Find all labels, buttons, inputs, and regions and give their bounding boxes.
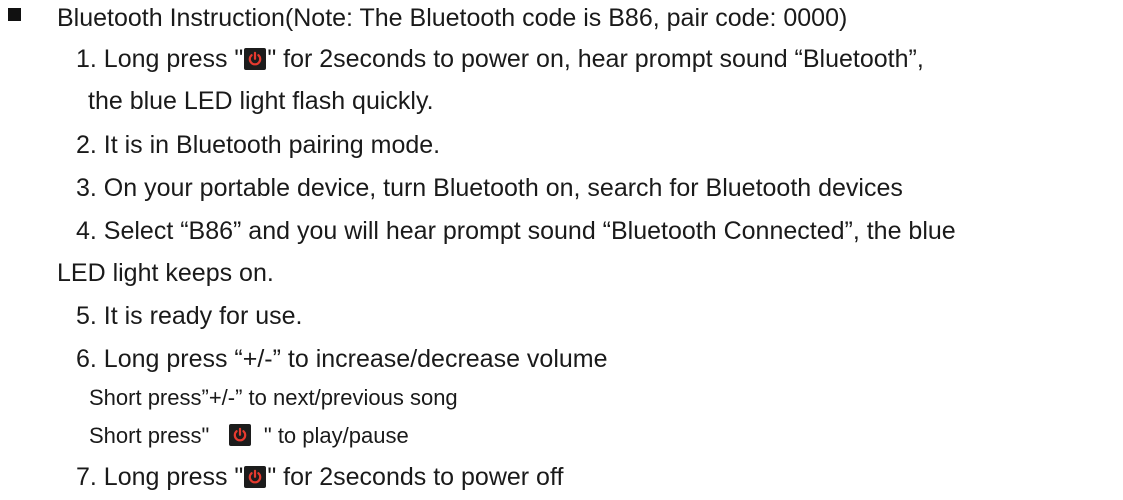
bluetooth-instruction-heading: Bluetooth Instruction(Note: The Bluetoot… [57,4,848,32]
step-6-text-b: " to play/pause [263,423,409,448]
step-4-line-1: 4. Select “B86” and you will hear prompt… [76,217,956,245]
step-1-line-2: the blue LED light flash quickly. [88,87,434,115]
power-icon [244,466,267,488]
step-2: 2. It is in Bluetooth pairing mode. [76,131,441,159]
step-5: 5. It is ready for use. [76,302,303,330]
power-icon [244,48,267,70]
step-7-text-b: " for 2seconds to power off [267,463,564,491]
power-icon [228,424,251,446]
instruction-document: Bluetooth Instruction(Note: The Bluetoot… [0,0,1123,500]
step-6-text-a: Short press" [89,423,210,448]
step-7-text-a: 7. Long press " [76,463,244,491]
step-1-line-1: 1. Long press " " for 2seconds to power o… [76,44,924,74]
step-6-line-3: Short press" " to play/pause [89,422,409,450]
step-1-text-b: " for 2seconds to power on, hear prompt … [267,45,924,73]
step-6-line-1: 6. Long press “+/-” to increase/decrease… [76,345,608,373]
step-6-line-2: Short press”+/-” to next/previous song [89,385,458,410]
step-3: 3. On your portable device, turn Bluetoo… [76,174,903,202]
step-1-text-a: 1. Long press " [76,45,244,73]
step-4-line-2: LED light keeps on. [57,259,274,287]
step-7: 7. Long press " " for 2seconds to power o… [76,462,563,492]
bullet-square [8,8,21,21]
